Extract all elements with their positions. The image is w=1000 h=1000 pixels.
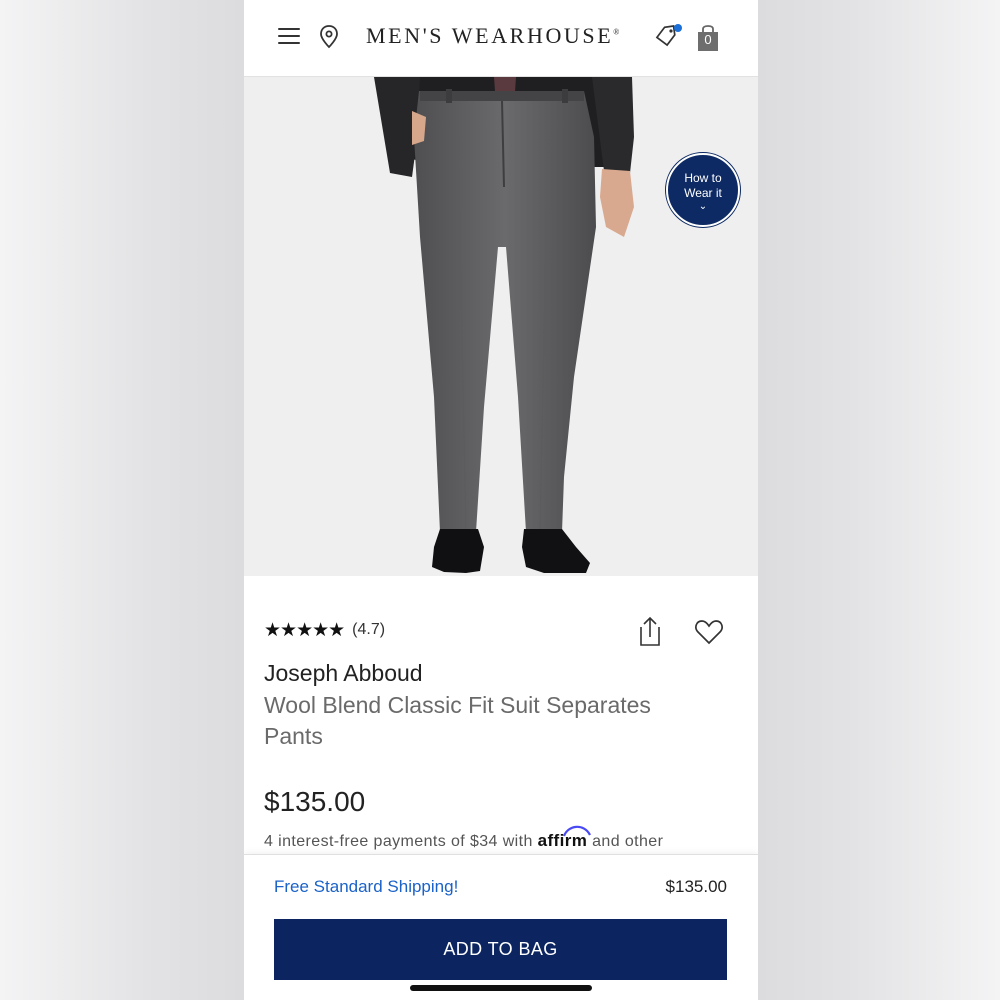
bar-price: $135.00 [665,877,727,896]
share-icon[interactable] [637,615,663,647]
star-rating: ★★★★★ [264,619,345,641]
add-to-bag-button[interactable]: ADD TO BAG [274,919,727,980]
home-indicator[interactable] [410,985,592,991]
phone-screen: MEN'S WEARHOUSE® 0 How to Wear it ⌄ ★★★★… [244,0,758,1000]
rating-summary[interactable]: ★★★★★ (4.7) [264,618,385,642]
heart-icon[interactable] [694,618,724,646]
affirm-logo: affirm [538,825,591,850]
product-image[interactable]: How to Wear it ⌄ [244,77,758,576]
brand-logo[interactable]: MEN'S WEARHOUSE® [366,23,619,49]
top-header: MEN'S WEARHOUSE® 0 [244,0,758,77]
installment-info[interactable]: 4 interest-free payments of $34 with aff… [264,825,663,851]
background-left [0,0,244,1000]
hamburger-menu-icon[interactable] [278,28,300,44]
map-pin-icon[interactable] [318,24,340,50]
notification-dot [674,24,682,32]
chevron-down-icon: ⌄ [698,201,708,212]
pants-photo [374,77,634,573]
free-shipping-link[interactable]: Free Standard Shipping! [274,877,458,897]
product-brand: Joseph Abboud [264,660,423,686]
sticky-purchase-bar: Free Standard Shipping! $135.00 ADD TO B… [244,854,758,1000]
background-right [758,0,1000,1000]
how-to-wear-button[interactable]: How to Wear it ⌄ [666,153,740,227]
rating-value: (4.7) [352,621,386,638]
product-title: Wool Blend Classic Fit Suit Separates Pa… [264,692,651,749]
bag-count: 0 [704,32,712,47]
product-price: $135.00 [264,786,366,817]
